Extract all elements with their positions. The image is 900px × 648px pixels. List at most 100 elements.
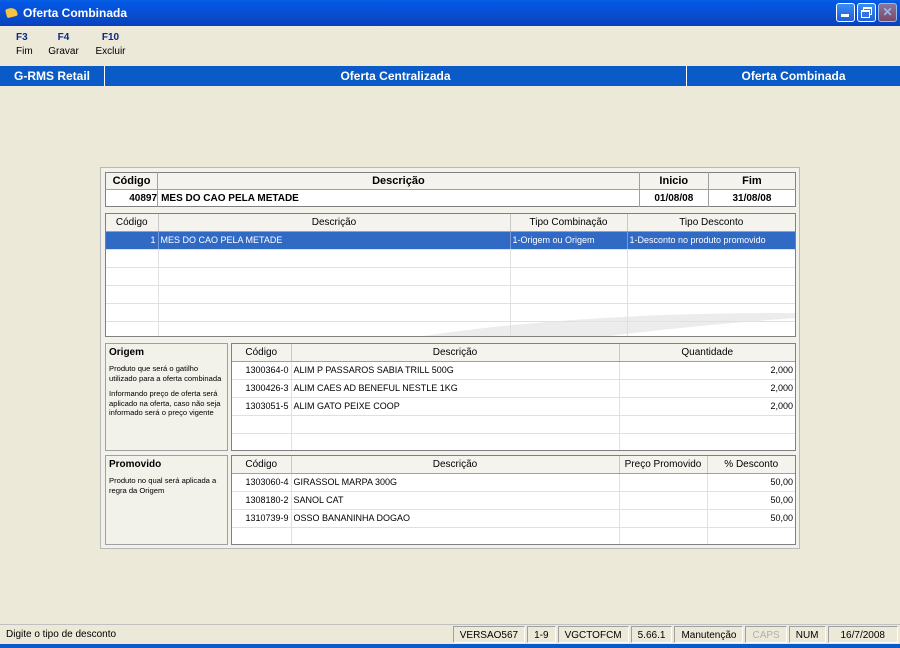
- banner-module: Oferta Centralizada: [105, 66, 687, 86]
- table-row[interactable]: 1310739-9 OSSO BANANINHA DOGAO 50,00: [232, 509, 795, 528]
- status-bar: Digite o tipo de desconto VERSAO567 1-9 …: [0, 624, 900, 644]
- excluir-key: F10: [101, 32, 120, 43]
- empty-row[interactable]: [232, 415, 795, 434]
- origem-row-descricao[interactable]: ALIM P PASSAROS SABIA TRILL 500G: [291, 361, 620, 380]
- empty-row[interactable]: [106, 285, 795, 304]
- gravar-button[interactable]: F4 Gravar: [40, 28, 87, 64]
- comb-row-tipo-desconto[interactable]: 1-Desconto no produto promovido: [627, 231, 795, 250]
- header-col-inicio: Inicio: [639, 172, 709, 190]
- comb-row-tipo-combinacao[interactable]: 1-Origem ou Origem: [510, 231, 628, 250]
- promovido-col-codigo: Código: [232, 456, 292, 474]
- status-mode: Manutenção: [674, 626, 744, 643]
- empty-row[interactable]: [106, 267, 795, 286]
- status-program: VGCTOFCM: [557, 626, 629, 643]
- origem-row-codigo[interactable]: 1300426-3: [232, 379, 292, 398]
- excluir-label: Excluir: [95, 46, 126, 57]
- offer-header-table: Código Descrição Inicio Fim 40897 MES DO…: [105, 172, 796, 207]
- promovido-title: Promovido: [109, 459, 162, 470]
- comb-col-codigo: Código: [106, 214, 159, 232]
- origem-row-quantidade[interactable]: 2,000: [619, 379, 795, 398]
- promovido-row-descricao[interactable]: OSSO BANANINHA DOGAO: [291, 509, 620, 528]
- table-row[interactable]: 1308180-2 SANOL CAT 50,00: [232, 491, 795, 510]
- promovido-row-codigo[interactable]: 1303060-4: [232, 473, 292, 492]
- origem-row-descricao[interactable]: ALIM GATO PEIXE COOP: [291, 397, 620, 416]
- empty-row[interactable]: [106, 249, 795, 268]
- combinations-grid: Código Descrição Tipo Combinação Tipo De…: [105, 213, 796, 337]
- status-num: NUM: [788, 626, 826, 643]
- table-row[interactable]: 1 MES DO CAO PELA METADE 1-Origem ou Ori…: [106, 231, 795, 250]
- comb-col-tipo-combinacao: Tipo Combinação: [510, 214, 628, 232]
- promovido-col-descricao: Descrição: [291, 456, 620, 474]
- header-col-fim: Fim: [708, 172, 796, 190]
- offer-codigo[interactable]: 40897: [105, 189, 159, 207]
- origem-help-1: Produto que será o gatilho utilizado par…: [109, 364, 222, 383]
- origem-help-2: Informando preço de oferta será aplicado…: [109, 389, 221, 417]
- comb-col-descricao: Descrição: [158, 214, 511, 232]
- origem-row-codigo[interactable]: 1300364-0: [232, 361, 292, 380]
- fim-label: Fim: [16, 46, 33, 57]
- status-range: 1-9: [527, 626, 556, 643]
- promovido-row-codigo[interactable]: 1308180-2: [232, 491, 292, 510]
- promovido-row-codigo[interactable]: 1310739-9: [232, 509, 292, 528]
- taskbar-edge: [0, 644, 900, 648]
- gravar-key: F4: [57, 32, 70, 43]
- origem-grid: Código Descrição Quantidade 1300364-0 AL…: [231, 343, 796, 451]
- empty-row[interactable]: [232, 527, 795, 544]
- offer-inicio[interactable]: 01/08/08: [639, 189, 709, 207]
- close-icon: ✕: [882, 5, 893, 19]
- origem-col-descricao: Descrição: [291, 344, 620, 362]
- promovido-row-descricao[interactable]: GIRASSOL MARPA 300G: [291, 473, 620, 492]
- table-row[interactable]: 1300426-3 ALIM CAES AD BENEFUL NESTLE 1K…: [232, 379, 795, 398]
- table-row[interactable]: 1300364-0 ALIM P PASSAROS SABIA TRILL 50…: [232, 361, 795, 380]
- table-row[interactable]: 1303051-5 ALIM GATO PEIXE COOP 2,000: [232, 397, 795, 416]
- origem-row-quantidade[interactable]: 2,000: [619, 397, 795, 416]
- restore-button[interactable]: [857, 3, 876, 22]
- comb-col-tipo-desconto: Tipo Desconto: [627, 214, 795, 232]
- offer-descricao[interactable]: MES DO CAO PELA METADE: [157, 189, 640, 207]
- window-controls: ✕: [836, 3, 897, 22]
- function-key-toolbar: F3 Fim F4 Gravar F10 Excluir: [0, 28, 134, 64]
- promovido-help-1: Produto no qual será aplicada a regra da…: [109, 476, 217, 495]
- status-version: VERSAO567: [452, 626, 526, 643]
- promovido-col-desconto: % Desconto: [707, 456, 795, 474]
- origem-col-codigo: Código: [232, 344, 292, 362]
- app-icon: [5, 6, 19, 20]
- origem-info-panel: Origem Produto que será o gatilho utiliz…: [105, 343, 228, 451]
- banner-screen: Oferta Combinada: [741, 69, 846, 83]
- promovido-row-desconto[interactable]: 50,00: [707, 491, 795, 510]
- status-build: 5.66.1: [630, 626, 673, 643]
- minimize-button[interactable]: [836, 3, 855, 22]
- header-col-descricao: Descrição: [157, 172, 640, 190]
- banner-app: G-RMS Retail: [0, 66, 105, 86]
- promovido-row-desconto[interactable]: 50,00: [707, 509, 795, 528]
- offer-fim[interactable]: 31/08/08: [708, 190, 795, 207]
- window-title: Oferta Combinada: [23, 6, 128, 20]
- fim-button[interactable]: F3 Fim: [0, 28, 40, 64]
- comb-row-descricao[interactable]: MES DO CAO PELA METADE: [158, 231, 511, 250]
- empty-row[interactable]: [106, 321, 795, 336]
- gravar-label: Gravar: [48, 46, 79, 57]
- promovido-row-preco[interactable]: [619, 473, 708, 492]
- promovido-row-preco[interactable]: [619, 491, 708, 510]
- origem-row-codigo[interactable]: 1303051-5: [232, 397, 292, 416]
- table-row[interactable]: 1303060-4 GIRASSOL MARPA 300G 50,00: [232, 473, 795, 492]
- window-titlebar: Oferta Combinada ✕: [0, 0, 900, 26]
- promovido-row-desconto[interactable]: 50,00: [707, 473, 795, 492]
- status-caps: CAPS: [745, 626, 787, 643]
- comb-row-codigo[interactable]: 1: [106, 231, 159, 250]
- module-banner: G-RMS Retail Oferta Centralizada Oferta …: [0, 66, 900, 86]
- empty-row[interactable]: [106, 303, 795, 322]
- origem-row-quantidade[interactable]: 2,000: [619, 361, 795, 380]
- promovido-grid: Código Descrição Preço Promovido % Desco…: [231, 455, 796, 545]
- status-message: Digite o tipo de desconto: [6, 629, 117, 640]
- promovido-row-descricao[interactable]: SANOL CAT: [291, 491, 620, 510]
- origem-row-descricao[interactable]: ALIM CAES AD BENEFUL NESTLE 1KG: [291, 379, 620, 398]
- minimize-icon: [841, 14, 849, 17]
- status-date: 16/7/2008: [827, 626, 898, 643]
- promovido-info-panel: Promovido Produto no qual será aplicada …: [105, 455, 228, 545]
- close-button[interactable]: ✕: [878, 3, 897, 22]
- promovido-row-preco[interactable]: [619, 509, 708, 528]
- excluir-button[interactable]: F10 Excluir: [87, 28, 134, 64]
- empty-row[interactable]: [232, 433, 795, 450]
- offer-panel: Código Descrição Inicio Fim 40897 MES DO…: [100, 167, 800, 549]
